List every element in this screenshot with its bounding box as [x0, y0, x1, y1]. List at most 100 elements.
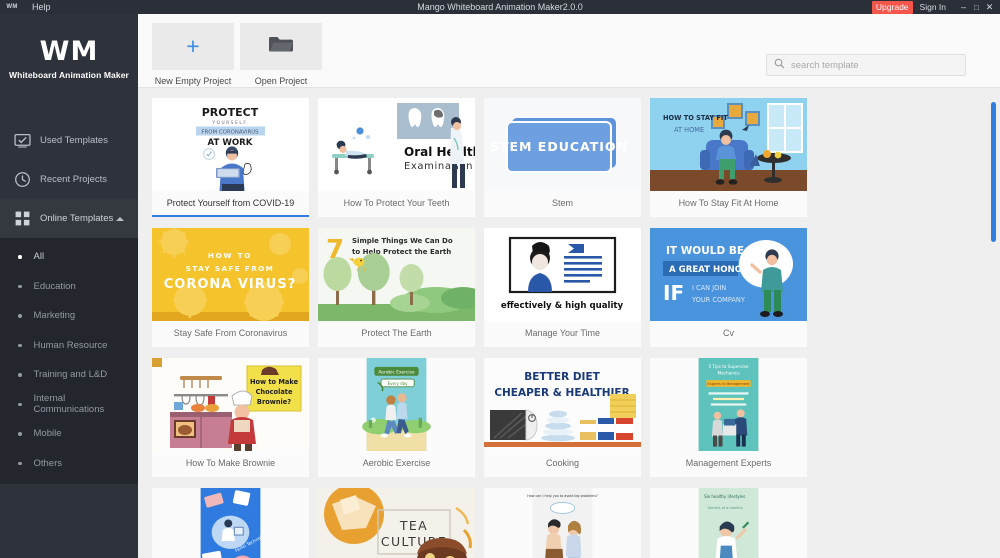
svg-text:How to Make: How to Make: [250, 378, 299, 386]
sidebar-category-mobile[interactable]: Mobile: [0, 419, 138, 449]
svg-text:AT WORK: AT WORK: [208, 138, 253, 148]
template-thumbnail: IT WOULD BE A GREAT HONOR IF I CAN JOIN …: [650, 228, 807, 321]
svg-text:5 Tips to Supervise: 5 Tips to Supervise: [709, 364, 749, 369]
brand-block: WM Whiteboard Animation Maker: [0, 14, 138, 80]
category-label: Marketing: [33, 310, 76, 322]
template-thumbnail: Aerobic Exercise Every day: [318, 358, 475, 451]
svg-text:Chocolate: Chocolate: [256, 388, 293, 396]
template-label: Manage Your Time: [524, 328, 601, 338]
open-project-thumb: [240, 23, 322, 70]
sidebar-item-label: Online Templates: [40, 213, 114, 224]
svg-text:Oral Health: Oral Health: [404, 145, 475, 159]
maximize-icon[interactable]: □: [970, 3, 983, 12]
new-empty-project-button[interactable]: + New Empty Project: [152, 23, 234, 86]
sidebar-category-all[interactable]: All: [0, 242, 138, 272]
template-card[interactable]: Oral Health Examination How To Protect Y…: [318, 98, 475, 217]
svg-text:A GREAT HONOR: A GREAT HONOR: [669, 265, 749, 275]
sidebar-item-label: Recent Projects: [40, 174, 108, 185]
template-card[interactable]: HOW TO STAY SAFE FROM CORONA VIRUS? Stay…: [152, 228, 309, 347]
template-label: Protect Yourself from COVID-19: [166, 198, 295, 208]
sidebar-category-human-resource[interactable]: Human Resource: [0, 331, 138, 361]
template-thumbnail: HOW TO STAY FIT AT HOME: [650, 98, 807, 191]
bullet-icon: [18, 373, 22, 377]
template-card[interactable]: Six healthy lifestyles Secrets of a heal…: [650, 488, 807, 558]
template-label: Stem: [551, 198, 573, 208]
template-card[interactable]: IT WOULD BE A GREAT HONOR IF I CAN JOIN …: [650, 228, 807, 347]
sidebar-item-recent-projects[interactable]: Recent Projects: [0, 160, 138, 199]
category-label: Internal Communications: [33, 393, 105, 416]
svg-text:Experts in Management: Experts in Management: [707, 382, 750, 386]
svg-text:I CAN JOIN: I CAN JOIN: [692, 284, 726, 292]
template-card[interactable]: HOW TO STAY FIT AT HOME How To Stay Fit …: [650, 98, 807, 217]
template-card[interactable]: TEA CULTURE Tea: [318, 488, 475, 558]
template-card[interactable]: How to Make Chocolate Brownie? How To Ma…: [152, 358, 309, 477]
template-label: Aerobic Exercise: [362, 458, 431, 468]
template-thumbnail: How can I help you to avoid big problems…: [484, 488, 641, 558]
online-templates-icon: [14, 211, 31, 226]
template-card[interactable]: 5 Tips to Supervise Mechanics Experts in…: [650, 358, 807, 477]
sidebar-nav: Used Templates Recent Projects Online Te…: [0, 121, 138, 484]
template-thumbnail: 7 Simple Things We Can Do to Help Protec…: [318, 228, 475, 321]
template-card[interactable]: effectively & high quality Manage Your T…: [484, 228, 641, 347]
template-card[interactable]: 7 Simple Things We Can Do to Help Protec…: [318, 228, 475, 347]
plus-icon: +: [186, 33, 200, 59]
search-input[interactable]: [791, 59, 951, 71]
template-thumbnail: BETTER DIET CHEAPER & HEALTHIER: [484, 358, 641, 451]
search-icon: [774, 56, 785, 74]
sign-in-button[interactable]: Sign In: [920, 2, 946, 12]
svg-text:HOW TO STAY FIT: HOW TO STAY FIT: [663, 114, 728, 122]
sidebar-item-used-templates[interactable]: Used Templates: [0, 121, 138, 160]
upgrade-button[interactable]: Upgrade: [871, 0, 913, 14]
svg-text:to Help Protect the Earth: to Help Protect the Earth: [352, 248, 451, 256]
template-label: Cooking: [545, 458, 580, 468]
svg-text:effectively & high quality: effectively & high quality: [501, 301, 624, 311]
bullet-icon: [18, 461, 22, 465]
bullet-icon: [18, 314, 22, 318]
svg-text:AT HOME: AT HOME: [674, 126, 704, 134]
template-card[interactable]: STEM EDUCATION Stem: [484, 98, 641, 217]
template-card[interactable]: How can I help you to avoid big problems…: [484, 488, 641, 558]
template-thumbnail: PROTECT YOURSELF FROM CORONAVIRUS AT WOR…: [152, 98, 309, 191]
sidebar-item-online-templates[interactable]: Online Templates: [0, 199, 138, 238]
bullet-icon: [18, 402, 22, 406]
sidebar-category-training-and-ld[interactable]: Training and L&D: [0, 360, 138, 390]
template-thumbnail: Six healthy lifestyles Secrets of a heal…: [650, 488, 807, 558]
svg-text:Brownie?: Brownie?: [257, 398, 291, 406]
window-title: Mango Whiteboard Animation Maker2.0.0: [417, 2, 583, 12]
template-card[interactable]: BETTER DIET CHEAPER & HEALTHIER Cooking: [484, 358, 641, 477]
sidebar-category-internal-communications[interactable]: Internal Communications: [0, 390, 138, 420]
search-box[interactable]: [766, 54, 966, 76]
svg-text:IT WOULD BE: IT WOULD BE: [666, 245, 744, 257]
template-card[interactable]: Feifei Technology Feifei Technology: [152, 488, 309, 558]
menu-help[interactable]: Help: [24, 0, 59, 14]
svg-text:How can I help you to avoid bi: How can I help you to avoid big problems…: [527, 494, 598, 498]
category-label: Mobile: [33, 428, 62, 440]
svg-text:CHEAPER & HEALTHIER: CHEAPER & HEALTHIER: [494, 387, 629, 399]
sidebar-category-education[interactable]: Education: [0, 272, 138, 302]
sidebar-category-marketing[interactable]: Marketing: [0, 301, 138, 331]
template-thumbnail: HOW TO STAY SAFE FROM CORONA VIRUS?: [152, 228, 309, 321]
svg-text:YOURSELF: YOURSELF: [211, 120, 247, 126]
close-icon[interactable]: ✕: [983, 2, 996, 13]
window-controls: Upgrade Sign In – □ ✕: [871, 0, 1000, 14]
bullet-icon: [18, 432, 22, 436]
svg-text:CORONA VIRUS?: CORONA VIRUS?: [164, 277, 297, 292]
category-label: Human Resource: [33, 339, 108, 351]
scrollbar-thumb[interactable]: [991, 102, 996, 242]
minimize-icon[interactable]: –: [957, 2, 970, 12]
brand-abbr: WM: [39, 36, 99, 67]
bullet-icon: [18, 343, 22, 347]
svg-text:STEM EDUCATION: STEM EDUCATION: [490, 139, 628, 154]
recent-projects-icon: [14, 172, 31, 187]
chevron-up-icon[interactable]: [116, 216, 124, 221]
template-label: Management Experts: [685, 458, 772, 468]
template-category-list: All Education Marketing Human Resource T…: [0, 238, 138, 484]
svg-text:STAY SAFE FROM: STAY SAFE FROM: [186, 264, 274, 273]
app-logo-icon: WM: [6, 4, 18, 10]
template-card[interactable]: Aerobic Exercise Every day Aerobic Exerc…: [318, 358, 475, 477]
sidebar-category-others[interactable]: Others: [0, 449, 138, 479]
open-project-button[interactable]: Open Project: [240, 23, 322, 86]
template-label: How To Stay Fit At Home: [678, 198, 779, 208]
template-thumbnail: Oral Health Examination: [318, 98, 475, 191]
template-card[interactable]: PROTECT YOURSELF FROM CORONAVIRUS AT WOR…: [152, 98, 309, 217]
